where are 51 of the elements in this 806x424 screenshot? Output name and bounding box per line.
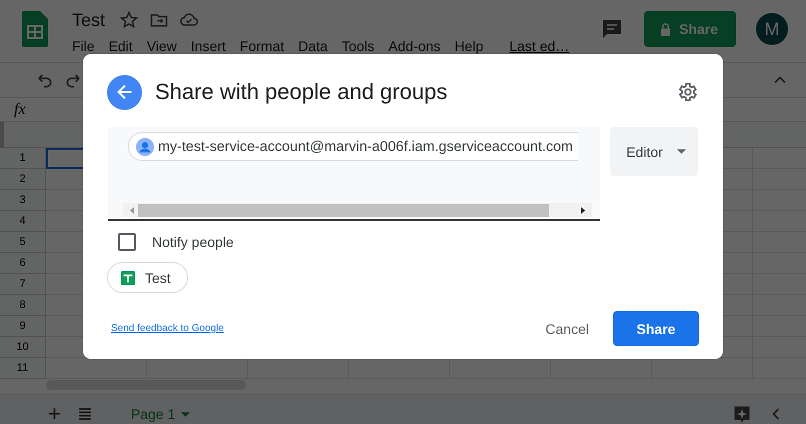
menu-item[interactable]: Help — [454, 38, 484, 54]
menu-item[interactable]: Add-ons — [388, 38, 441, 54]
lock-icon — [660, 22, 672, 36]
row-number[interactable]: 1 — [0, 148, 46, 169]
row-number[interactable]: 2 — [0, 169, 46, 190]
person-avatar-icon — [136, 138, 154, 156]
scrollbar-thumb[interactable] — [138, 204, 549, 216]
menu-item[interactable]: Data — [298, 38, 328, 54]
row-number[interactable]: 10 — [0, 337, 46, 358]
menu-item[interactable]: View — [146, 38, 177, 54]
row-number[interactable]: 4 — [0, 211, 46, 232]
formula-label: fx — [14, 100, 26, 118]
explore-icon[interactable] — [732, 404, 752, 424]
recipients-field[interactable]: my-test-service-account@marvin-a006f.iam.gserviceaccount.com — [108, 127, 600, 221]
menu-item[interactable]: Edit — [108, 38, 133, 54]
menu-item[interactable]: Insert — [190, 38, 226, 54]
last-edit-link[interactable]: Last ed… — [509, 38, 570, 54]
row-number[interactable]: 8 — [0, 295, 46, 316]
horizontal-scrollbar[interactable] — [123, 203, 592, 217]
caret-icon — [181, 412, 190, 416]
row-number[interactable]: 9 — [0, 316, 46, 337]
file-chip[interactable]: Test — [107, 262, 188, 293]
row-number[interactable]: 6 — [0, 253, 46, 274]
share-button[interactable]: Share — [644, 11, 736, 47]
caret-icon — [676, 149, 686, 154]
document-title[interactable]: Test — [72, 10, 106, 30]
row-number[interactable]: 7 — [0, 274, 46, 295]
notify-checkbox[interactable] — [118, 233, 136, 251]
back-button[interactable] — [107, 74, 142, 110]
row-number[interactable]: 3 — [0, 190, 46, 211]
sheet-tab[interactable]: Page 1 — [130, 406, 190, 422]
feedback-link[interactable]: Send feedback to Google — [111, 323, 224, 334]
scroll-right-icon[interactable] — [581, 206, 586, 214]
cancel-button[interactable]: Cancel — [525, 312, 609, 346]
dialog-title: Share with people and groups — [155, 79, 448, 105]
notify-label[interactable]: Notify people — [152, 234, 234, 250]
spreadsheet-logo-icon[interactable] — [22, 11, 48, 47]
row-number[interactable]: 5 — [0, 232, 46, 253]
star-icon[interactable] — [119, 10, 140, 30]
menu-item[interactable]: Tools — [342, 38, 374, 54]
add-sheet-button[interactable]: + — [48, 401, 61, 424]
settings-icon[interactable] — [676, 81, 698, 103]
role-dropdown[interactable]: Editor — [610, 127, 698, 176]
menu-item[interactable]: Format — [240, 38, 284, 54]
share-button[interactable]: Share — [613, 311, 699, 346]
spreadsheet-icon — [121, 270, 135, 284]
account-avatar[interactable]: M — [756, 13, 788, 45]
row-number[interactable]: 11 — [0, 358, 46, 379]
recipient-chip[interactable]: my-test-service-account@marvin-a006f.iam.gserviceaccount.com — [128, 132, 578, 161]
scroll-left-icon[interactable] — [129, 206, 134, 214]
menu-item[interactable]: File — [72, 38, 95, 54]
